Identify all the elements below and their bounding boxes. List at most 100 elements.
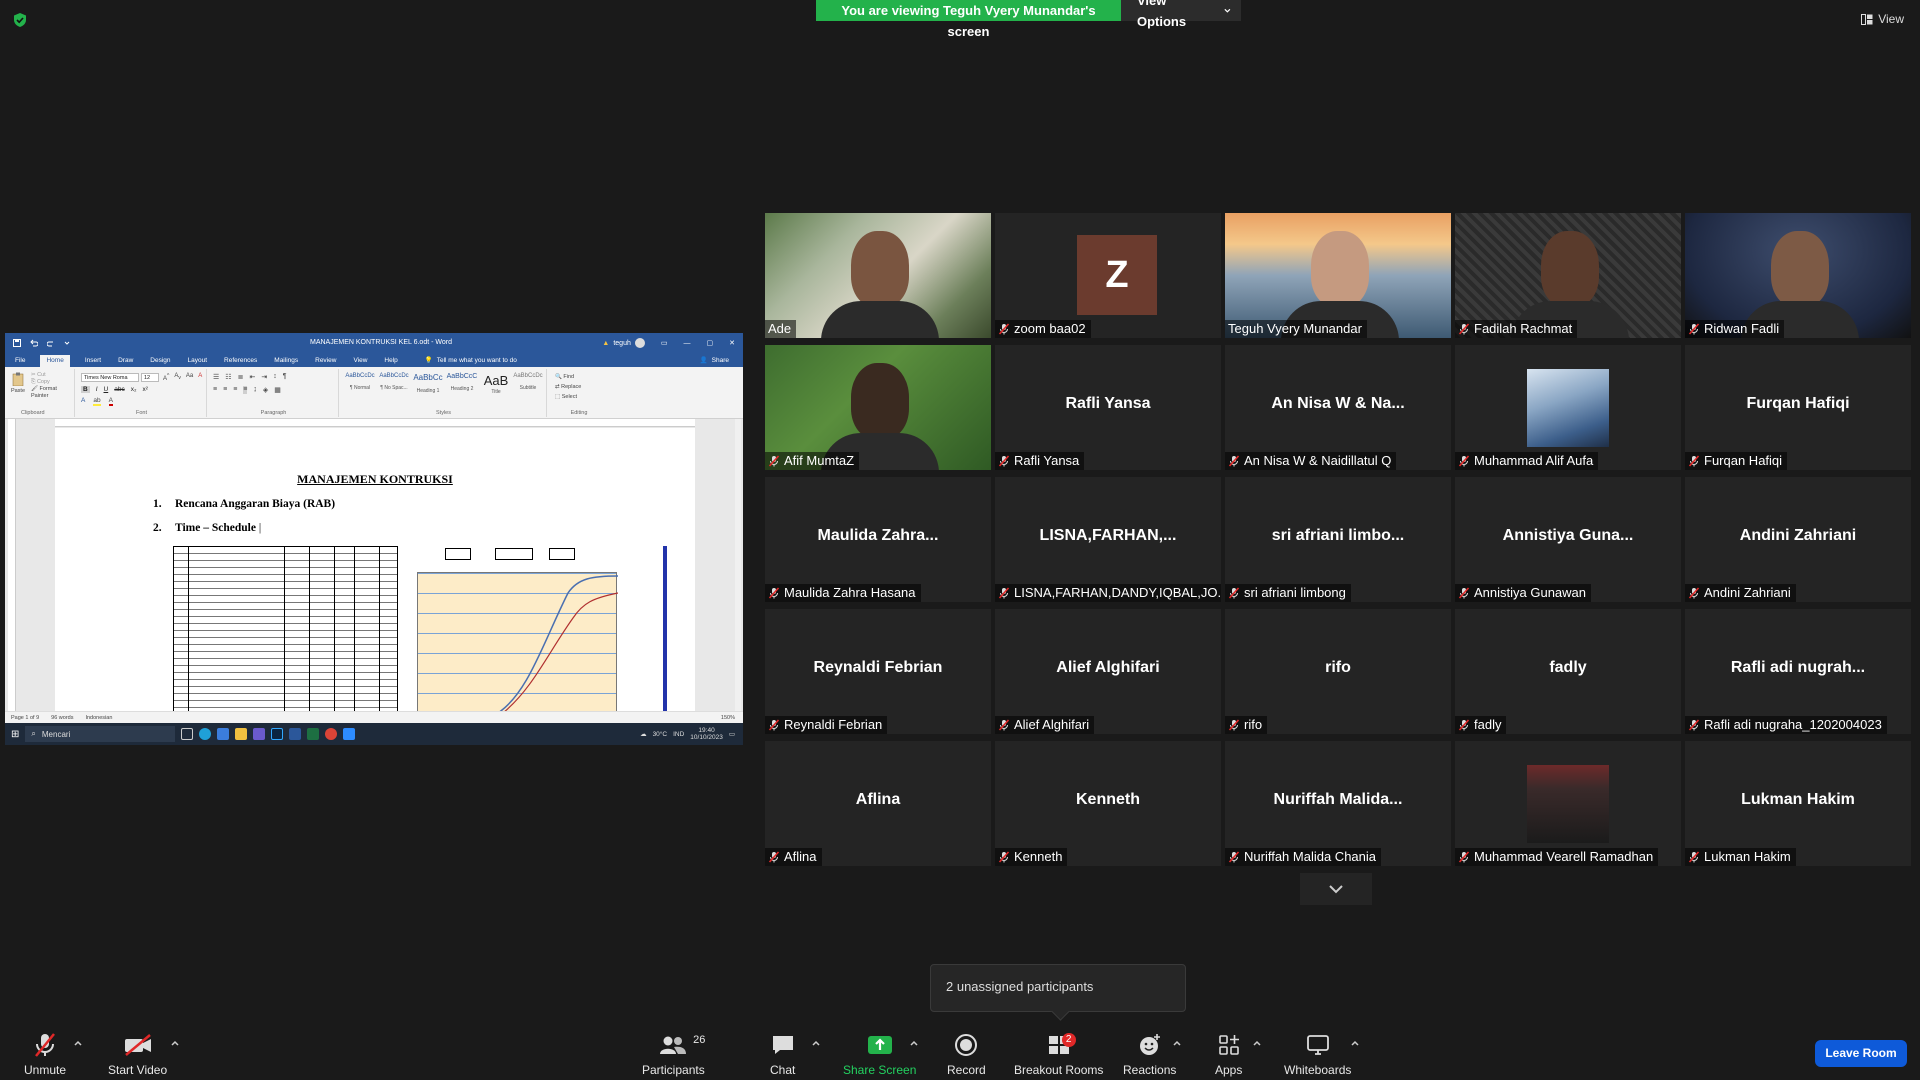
task-view-icon[interactable]	[181, 728, 194, 740]
participant-tile[interactable]: fadly fadly	[1455, 609, 1681, 734]
share-options-caret-icon[interactable]	[909, 1038, 919, 1048]
superscript-button[interactable]: x²	[142, 386, 147, 393]
start-video-button[interactable]: Start Video	[108, 1032, 167, 1077]
document-area[interactable]: MANAJEMEN KONTRUKSI 1. Rencana Anggaran B…	[5, 419, 743, 711]
style-no-spacing[interactable]: AaBbCcDc ¶ No Spac...	[377, 373, 411, 399]
view-options-button[interactable]: View Options	[1121, 0, 1241, 29]
explorer-icon[interactable]	[235, 728, 248, 740]
vertical-scrollbar[interactable]	[735, 419, 741, 711]
participant-tile[interactable]: Rafli Yansa Rafli Yansa	[995, 345, 1221, 470]
apps-button[interactable]: Apps	[1215, 1032, 1242, 1077]
subscript-button[interactable]: x₂	[131, 386, 137, 393]
strikethrough-button[interactable]: abc	[114, 386, 124, 393]
participant-tile[interactable]: LISNA,FARHAN,... LISNA,FARHAN,DANDY,IQBAL…	[995, 477, 1221, 602]
increase-indent-icon[interactable]: ⇥	[261, 373, 267, 381]
windows-start-icon[interactable]: ⊞	[11, 729, 19, 740]
style-title[interactable]: AaB Title	[479, 373, 513, 399]
view-layout-button[interactable]: View	[1861, 12, 1904, 26]
redo-icon[interactable]	[47, 339, 55, 347]
font-name-select[interactable]: Times New Roma	[81, 373, 139, 382]
shading-icon[interactable]: ◈	[263, 386, 268, 394]
chat-button[interactable]: Chat	[770, 1032, 795, 1077]
undo-icon[interactable]	[30, 339, 38, 347]
participant-tile[interactable]: Ridwan Fadli	[1685, 213, 1911, 338]
clear-formatting-icon[interactable]: A	[198, 373, 202, 382]
participant-tile[interactable]: Nuriffah Malida... Nuriffah Malida Chania	[1225, 741, 1451, 866]
participant-tile[interactable]: Reynaldi Febrian Reynaldi Febrian	[765, 609, 991, 734]
replace-button[interactable]: ⇄ Replace	[555, 382, 581, 392]
tab-home[interactable]: Home	[40, 355, 70, 367]
zoom-app-icon[interactable]	[343, 728, 356, 740]
grow-font-icon[interactable]: A^	[163, 373, 169, 382]
user-avatar[interactable]	[634, 338, 645, 348]
security-shield-icon[interactable]	[12, 12, 28, 28]
zoom-level[interactable]: 150%	[721, 715, 735, 721]
share-button[interactable]: 👤 Share	[698, 354, 733, 367]
tab-draw[interactable]: Draw	[116, 355, 135, 367]
show-marks-icon[interactable]: ¶	[283, 373, 287, 381]
participant-tile[interactable]: Alief Alghifari Alief Alghifari	[995, 609, 1221, 734]
participant-tile[interactable]: Lukman Hakim Lukman Hakim	[1685, 741, 1911, 866]
tab-file[interactable]: File	[13, 355, 27, 367]
chat-options-caret-icon[interactable]	[811, 1038, 821, 1048]
excel-icon[interactable]	[307, 728, 320, 740]
participant-tile[interactable]: Ade	[765, 213, 991, 338]
store-icon[interactable]	[217, 728, 230, 740]
multilevel-list-icon[interactable]: ≣	[238, 373, 244, 381]
line-spacing-icon[interactable]: ↨	[253, 386, 257, 394]
participant-tile[interactable]: sri afriani limbo... sri afriani limbong	[1225, 477, 1451, 602]
save-icon[interactable]	[13, 339, 21, 347]
style-heading-2[interactable]: AaBbCcC Heading 2	[445, 373, 479, 399]
participant-tile[interactable]: Rafli adi nugrah... Rafli adi nugraha_120…	[1685, 609, 1911, 734]
apps-options-caret-icon[interactable]	[1252, 1038, 1262, 1048]
participant-tile[interactable]: Furqan Hafiqi Furqan Hafiqi	[1685, 345, 1911, 470]
style-subtitle[interactable]: AaBbCcDc Subtitle	[511, 373, 545, 399]
sort-icon[interactable]: ↕	[273, 373, 277, 381]
bullets-icon[interactable]: ☰	[213, 373, 219, 381]
format-painter-button[interactable]: 🖌 Format Painter	[31, 386, 74, 400]
leave-room-button[interactable]: Leave Room	[1815, 1040, 1907, 1067]
underline-button[interactable]: U	[104, 386, 109, 393]
participant-tile[interactable]: Fadilah Rachmat	[1455, 213, 1681, 338]
participant-tile[interactable]: Muhammad Alif Aufa	[1455, 345, 1681, 470]
participant-tile[interactable]: rifo rifo	[1225, 609, 1451, 734]
participant-tile[interactable]: Aflina Aflina	[765, 741, 991, 866]
tab-view[interactable]: View	[351, 355, 369, 367]
align-left-icon[interactable]: ≡	[213, 386, 217, 394]
reactions-options-caret-icon[interactable]	[1172, 1038, 1182, 1048]
copy-button[interactable]: ⎘ Copy	[31, 379, 74, 386]
customize-quick-access-icon[interactable]	[64, 340, 70, 346]
breakout-rooms-button[interactable]: 2 Breakout Rooms	[1014, 1032, 1103, 1077]
chrome-icon[interactable]	[325, 728, 338, 740]
video-options-caret-icon[interactable]	[170, 1038, 180, 1048]
whiteboards-options-caret-icon[interactable]	[1350, 1038, 1360, 1048]
numbering-icon[interactable]: ☷	[225, 373, 231, 381]
tab-insert[interactable]: Insert	[83, 355, 103, 367]
record-button[interactable]: Record	[947, 1032, 986, 1077]
style-normal[interactable]: AaBbCcDc ¶ Normal	[343, 373, 377, 399]
font-color-icon[interactable]: A	[108, 397, 113, 406]
highlight-icon[interactable]: ab	[93, 397, 101, 406]
close-icon[interactable]: ✕	[729, 339, 735, 347]
app-icon[interactable]	[253, 728, 266, 740]
share-screen-button[interactable]: Share Screen	[843, 1032, 916, 1077]
minimize-icon[interactable]: —	[684, 340, 691, 347]
unmute-button[interactable]: Unmute	[24, 1032, 66, 1077]
tab-design[interactable]: Design	[148, 355, 172, 367]
bold-button[interactable]: B	[81, 386, 90, 393]
tab-review[interactable]: Review	[313, 355, 338, 367]
align-center-icon[interactable]: ≡	[223, 386, 227, 394]
italic-button[interactable]: I	[96, 386, 98, 393]
justify-icon[interactable]: ≡	[243, 386, 248, 394]
tab-mailings[interactable]: Mailings	[272, 355, 300, 367]
participant-tile[interactable]: Annistiya Guna... Annistiya Gunawan	[1455, 477, 1681, 602]
paste-button[interactable]: Paste	[10, 372, 26, 394]
participant-tile[interactable]: Zzoom baa02	[995, 213, 1221, 338]
participant-tile[interactable]: Teguh Vyery Munandar	[1225, 213, 1451, 338]
maximize-icon[interactable]: ▢	[707, 339, 714, 347]
change-case-icon[interactable]: Aa	[186, 373, 193, 382]
cut-button[interactable]: ✂ Cut	[31, 372, 74, 379]
edge-icon[interactable]	[199, 728, 212, 740]
font-size-select[interactable]: 12	[141, 373, 159, 382]
taskbar-search[interactable]: ⌕ Mencari	[25, 726, 176, 742]
